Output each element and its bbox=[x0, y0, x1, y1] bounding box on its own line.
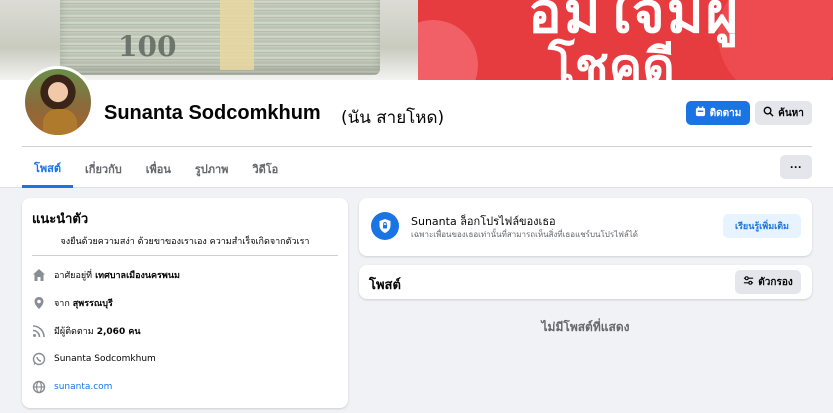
rss-feed-icon bbox=[32, 324, 46, 338]
locked-profile-card: Sunanta ล็อกโปรไฟล์ของเธอ เฉพาะเพื่อนของ… bbox=[359, 198, 812, 256]
intro-website-row: sunanta.com bbox=[32, 378, 112, 396]
intro-followers-row: มีผู้ติดตาม 2,060 คน bbox=[32, 322, 141, 340]
intro-whatsapp-row: Sunanta Sodcomkhum bbox=[32, 350, 156, 368]
posts-title: โพสต์ bbox=[369, 278, 401, 293]
search-icon bbox=[763, 106, 774, 120]
money-denomination: 100 bbox=[118, 30, 177, 63]
posts-card: โพสต์ ตัวกรอง bbox=[359, 265, 812, 299]
shield-lock-icon bbox=[371, 212, 399, 240]
bio-text: จงยืนด้วยความสง่า ด้วยขาของเราเอง ความสำ… bbox=[60, 237, 310, 247]
avatar[interactable] bbox=[22, 66, 94, 138]
tab-about[interactable]: เกี่ยวกับ bbox=[73, 150, 134, 188]
intro-title: แนะนำตัว bbox=[32, 212, 89, 227]
cover-photo[interactable]: 100 อิ่มใจมีผู้ โชคดี bbox=[0, 0, 833, 80]
intro-card: แนะนำตัว จงยืนด้วยความสง่า ด้วยขาของเราเ… bbox=[22, 198, 348, 408]
followers-prefix: มีผู้ติดตาม bbox=[54, 327, 94, 337]
filter-label: ตัวกรอง bbox=[758, 276, 793, 288]
profile-name: Sunanta Sodcomkhum bbox=[104, 102, 321, 124]
profile-header: Sunanta Sodcomkhum (นัน สายโหด) ติดตาม ค… bbox=[0, 66, 833, 188]
filter-button[interactable]: ตัวกรอง bbox=[735, 270, 801, 294]
cover-banner: อิ่มใจมีผู้ โชคดี bbox=[418, 0, 833, 80]
search-label: ค้นหา bbox=[778, 107, 804, 119]
search-button[interactable]: ค้นหา bbox=[755, 101, 812, 125]
intro-divider bbox=[32, 255, 338, 256]
location-pin-icon bbox=[32, 296, 46, 310]
tab-posts[interactable]: โพสต์ bbox=[22, 150, 74, 188]
more-options-button[interactable]: ··· bbox=[780, 155, 812, 179]
tab-videos[interactable]: วิดีโอ bbox=[240, 150, 290, 188]
tab-friends[interactable]: เพื่อน bbox=[134, 150, 183, 188]
cover-banner-text: อิ่มใจมีผู้ bbox=[528, 0, 741, 46]
avatar-figure bbox=[43, 109, 77, 135]
follow-button[interactable]: ติดตาม bbox=[686, 101, 750, 125]
locked-profile-subtitle: เฉพาะเพื่อนของเธอเท่านั้นที่สามารถเห็นสิ… bbox=[411, 230, 638, 239]
lives-prefix: อาศัยอยู่ที่ bbox=[54, 271, 93, 281]
learn-more-button[interactable]: เรียนรู้เพิ่มเติม bbox=[723, 214, 801, 238]
followers-value[interactable]: 2,060 คน bbox=[97, 324, 141, 338]
intro-lives-row: อาศัยอยู่ที่ เทศบาลเมืองนครพนม bbox=[32, 266, 180, 284]
whatsapp-icon bbox=[32, 352, 46, 366]
profile-tabs: โพสต์ เกี่ยวกับ เพื่อน รูปภาพ วิดีโอ bbox=[22, 150, 290, 188]
whatsapp-value: Sunanta Sodcomkhum bbox=[54, 354, 156, 364]
website-link[interactable]: sunanta.com bbox=[54, 382, 112, 392]
from-value[interactable]: สุพรรณบุรี bbox=[73, 296, 113, 310]
money-band bbox=[220, 0, 254, 70]
follow-icon bbox=[695, 106, 706, 120]
home-icon bbox=[32, 268, 46, 282]
profile-alt-name: (นัน สายโหด) bbox=[341, 108, 445, 128]
follow-label: ติดตาม bbox=[709, 107, 742, 119]
from-prefix: จาก bbox=[54, 299, 70, 309]
cover-banner-text: โชคดี bbox=[548, 38, 675, 80]
filter-icon bbox=[743, 275, 754, 289]
heart-shape bbox=[418, 20, 478, 80]
globe-icon bbox=[32, 380, 46, 394]
tab-photos[interactable]: รูปภาพ bbox=[183, 150, 241, 188]
lives-value[interactable]: เทศบาลเมืองนครพนม bbox=[95, 268, 180, 282]
no-posts-message: ไม่มีโพสต์ที่แสดง bbox=[541, 320, 630, 334]
header-divider bbox=[22, 146, 812, 147]
intro-from-row: จาก สุพรรณบุรี bbox=[32, 294, 113, 312]
